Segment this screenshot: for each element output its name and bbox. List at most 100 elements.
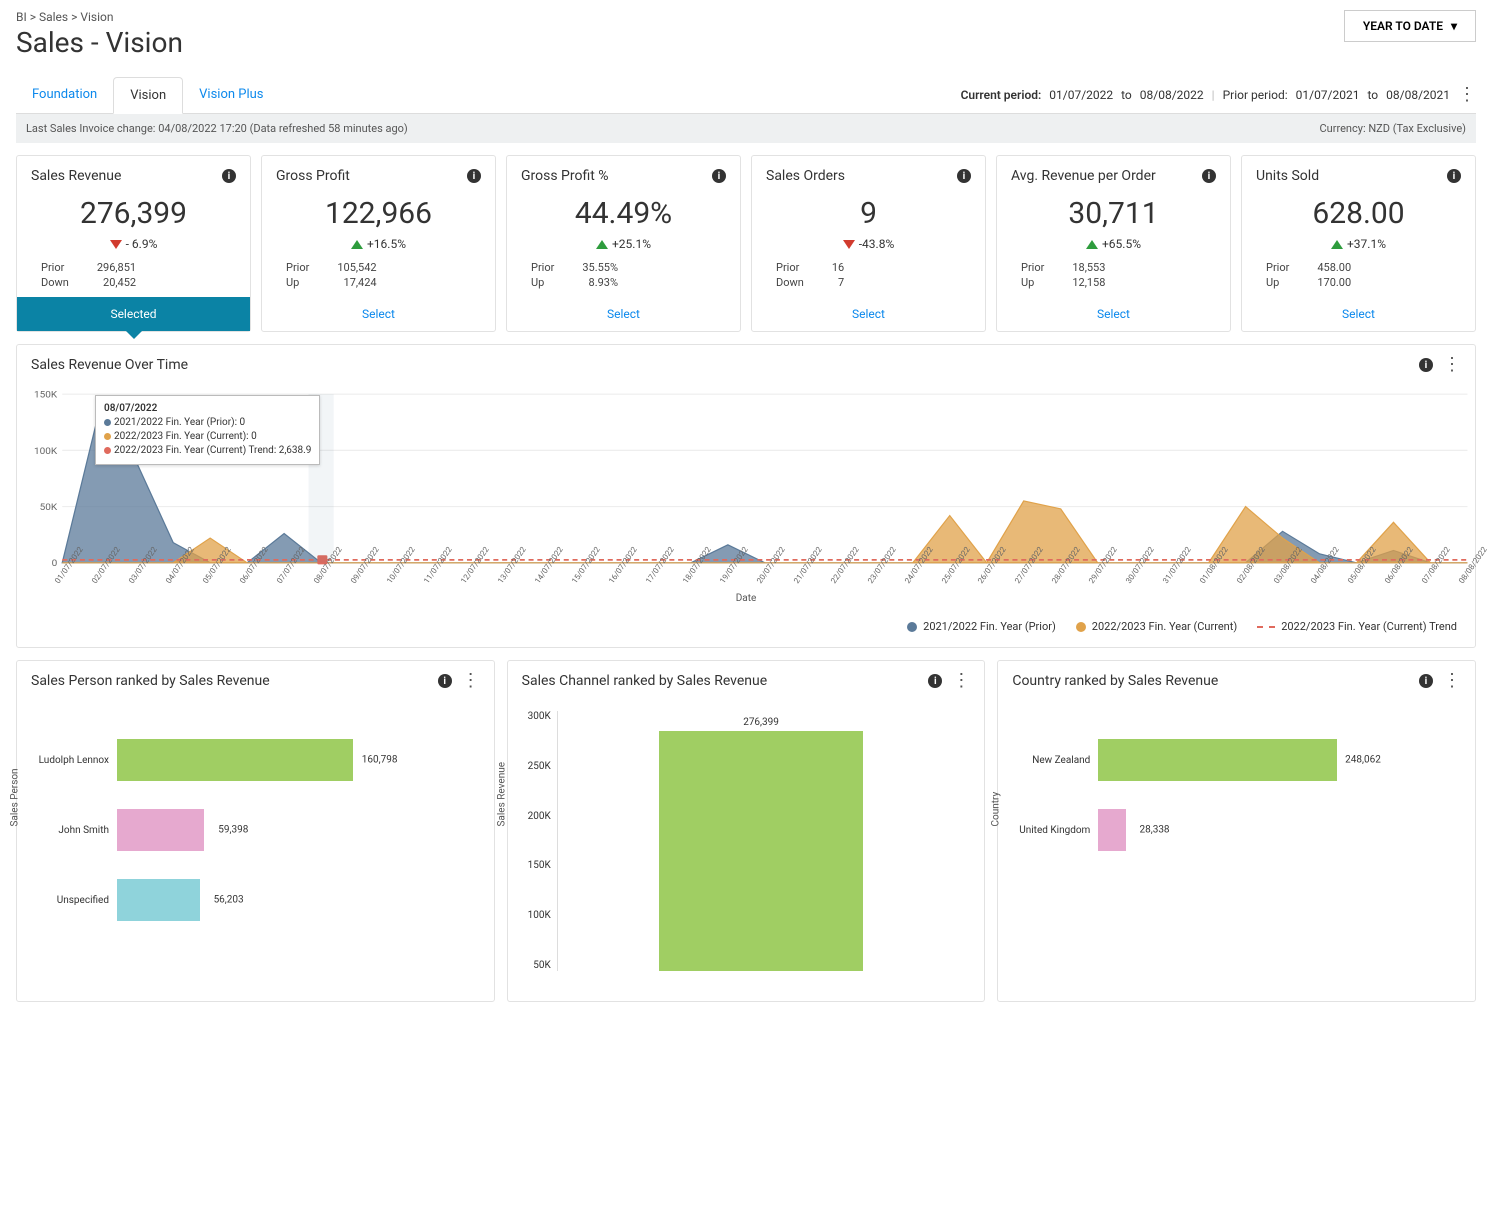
kpi-change: -43.8% — [859, 237, 895, 251]
select-button[interactable]: Selected — [17, 297, 250, 331]
breadcrumb[interactable]: BI > Sales > Vision — [16, 10, 183, 24]
kpi-title: Gross Profit — [276, 168, 350, 184]
kpi-title: Avg. Revenue per Order — [1011, 168, 1156, 184]
more-menu-icon[interactable]: ⋮ — [1443, 676, 1461, 686]
prior-period-from: 01/07/2021 — [1296, 88, 1360, 102]
kpi-card: Units Soldi 628.00 +37.1% PriorUp458.001… — [1241, 155, 1476, 332]
trend-up-icon — [596, 240, 608, 249]
select-button[interactable]: Select — [262, 297, 495, 331]
chart-tooltip: 08/07/2022 2021/2022 Fin. Year (Prior): … — [95, 395, 320, 465]
bar-label: John Smith — [27, 825, 117, 836]
kpi-value: 628.00 — [1256, 196, 1461, 231]
svg-text:100K: 100K — [34, 446, 58, 456]
select-button[interactable]: Select — [507, 297, 740, 331]
info-icon[interactable]: i — [438, 674, 452, 688]
channel-chart[interactable]: Sales Revenue 300K250K200K150K100K50K 27… — [508, 701, 985, 1001]
overtime-xaxis-title: Date — [17, 593, 1475, 612]
bar[interactable]: 276,399 — [659, 731, 862, 971]
tab-foundation[interactable]: Foundation — [16, 77, 113, 113]
bar-value: 276,399 — [743, 717, 779, 728]
trend-down-icon — [110, 240, 122, 249]
chevron-down-icon: ▾ — [1451, 19, 1457, 33]
salesperson-chart[interactable]: Sales Person Ludolph Lennox 160,798John … — [17, 701, 494, 1001]
bar[interactable]: 56,203 — [117, 879, 200, 921]
info-icon[interactable]: i — [1419, 674, 1433, 688]
select-button[interactable]: Select — [752, 297, 985, 331]
bar[interactable]: 160,798 — [117, 739, 353, 781]
info-icon[interactable]: i — [467, 169, 481, 183]
kpi-value: 30,711 — [1011, 196, 1216, 231]
bar-value: 248,062 — [1345, 755, 1381, 766]
kpi-card: Gross Profiti 122,966 +16.5% PriorUp105,… — [261, 155, 496, 332]
info-icon[interactable]: i — [1419, 358, 1433, 372]
bar-label: Ludolph Lennox — [27, 755, 117, 766]
more-menu-icon[interactable]: ⋮ — [952, 676, 970, 686]
period-selector[interactable]: YEAR TO DATE ▾ — [1344, 10, 1476, 42]
panel1-title: Sales Person ranked by Sales Revenue — [31, 673, 270, 689]
panel2-title: Sales Channel ranked by Sales Revenue — [522, 673, 768, 689]
legend-swatch-trend — [1257, 626, 1275, 628]
kpi-value: 9 — [766, 196, 971, 231]
svg-text:0: 0 — [52, 559, 58, 569]
current-period-from: 01/07/2022 — [1049, 88, 1113, 102]
bar-value: 28,338 — [1139, 825, 1169, 836]
tab-vision-plus[interactable]: Vision Plus — [183, 77, 279, 113]
panel3-title: Country ranked by Sales Revenue — [1012, 673, 1218, 689]
bar-value: 160,798 — [362, 755, 398, 766]
more-menu-icon[interactable]: ⋮ — [1458, 90, 1476, 100]
panel2-yaxis-title: Sales Revenue — [496, 762, 507, 827]
bar[interactable]: 28,338 — [1098, 809, 1125, 851]
bar-value: 56,203 — [214, 895, 244, 906]
kpi-change: - 6.9% — [126, 237, 158, 251]
kpi-card: Avg. Revenue per Orderi 30,711 +65.5% Pr… — [996, 155, 1231, 332]
legend-prior: 2021/2022 Fin. Year (Prior) — [923, 620, 1056, 633]
info-icon[interactable]: i — [1202, 169, 1216, 183]
kpi-change: +37.1% — [1347, 237, 1386, 251]
tabs: FoundationVisionVision Plus — [16, 77, 280, 113]
panel1-yaxis-title: Sales Person — [10, 768, 21, 826]
info-icon[interactable]: i — [928, 674, 942, 688]
trend-up-icon — [1331, 240, 1343, 249]
bar-value: 59,398 — [218, 825, 248, 836]
legend-swatch-current — [1076, 622, 1086, 632]
kpi-title: Sales Orders — [766, 168, 845, 184]
info-icon[interactable]: i — [1447, 169, 1461, 183]
bar[interactable]: 59,398 — [117, 809, 204, 851]
currency-info: Currency: NZD (Tax Exclusive) — [1320, 122, 1467, 135]
current-period-label: Current period: — [961, 88, 1042, 102]
kpi-title: Gross Profit % — [521, 168, 609, 184]
bar[interactable]: 248,062 — [1098, 739, 1337, 781]
panel3-yaxis-title: Country — [991, 792, 1002, 827]
kpi-change: +25.1% — [612, 237, 651, 251]
to-text: to — [1367, 88, 1378, 102]
tab-vision[interactable]: Vision — [113, 77, 183, 114]
kpi-value: 276,399 — [31, 196, 236, 231]
select-button[interactable]: Select — [997, 297, 1230, 331]
current-period-to: 08/08/2022 — [1140, 88, 1204, 102]
legend-current: 2022/2023 Fin. Year (Current) — [1092, 620, 1237, 633]
country-chart[interactable]: Country New Zealand 248,062United Kingdo… — [998, 701, 1475, 1001]
more-menu-icon[interactable]: ⋮ — [462, 676, 480, 686]
bar-label: United Kingdom — [1008, 825, 1098, 836]
kpi-title: Sales Revenue — [31, 168, 121, 184]
kpi-card: Sales Revenuei 276,399 - 6.9% PriorDown2… — [16, 155, 251, 332]
trend-down-icon — [843, 240, 855, 249]
trend-up-icon — [351, 240, 363, 249]
svg-text:150K: 150K — [34, 390, 58, 400]
select-button[interactable]: Select — [1242, 297, 1475, 331]
legend-swatch-prior — [907, 622, 917, 632]
refresh-info: Last Sales Invoice change: 04/08/2022 17… — [26, 122, 408, 135]
overtime-title: Sales Revenue Over Time — [31, 357, 188, 373]
bar-label: Unspecified — [27, 895, 117, 906]
legend-trend: 2022/2023 Fin. Year (Current) Trend — [1281, 620, 1457, 633]
prior-period-label: Prior period: — [1223, 88, 1288, 102]
period-selector-label: YEAR TO DATE — [1363, 19, 1443, 33]
info-icon[interactable]: i — [957, 169, 971, 183]
info-icon[interactable]: i — [222, 169, 236, 183]
kpi-change: +65.5% — [1102, 237, 1141, 251]
bar-label: New Zealand — [1008, 755, 1098, 766]
more-menu-icon[interactable]: ⋮ — [1443, 360, 1461, 370]
kpi-value: 44.49% — [521, 196, 726, 231]
info-icon[interactable]: i — [712, 169, 726, 183]
kpi-change: +16.5% — [367, 237, 406, 251]
